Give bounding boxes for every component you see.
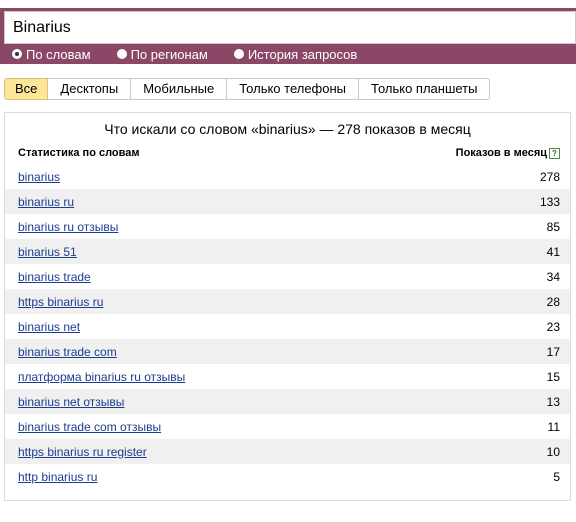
word-stats-panel: Что искали со словом «binarius» — 278 по… (4, 112, 571, 501)
phrase-link[interactable]: binarius (18, 170, 60, 184)
panel-title: Что искали со словом «binarius» — 278 по… (104, 121, 471, 137)
table-row: https binarius ru 28 (5, 289, 570, 314)
device-tabs: Все Десктопы Мобильные Только телефоны Т… (4, 78, 491, 100)
table-row: платформа binarius ru отзывы 15 (5, 364, 570, 389)
phrase-link[interactable]: binarius 51 (18, 245, 77, 259)
impressions-count: 13 (546, 394, 560, 409)
phrase-link[interactable]: binarius ru (18, 195, 74, 209)
phrase-link[interactable]: http binarius ru (18, 470, 97, 484)
impressions-count: 41 (546, 244, 560, 259)
mode-label: История запросов (247, 46, 358, 62)
phrase-link[interactable]: платформа binarius ru отзывы (18, 370, 185, 384)
phrase-link[interactable]: binarius trade com отзывы (18, 420, 161, 434)
mode-label: По словам (26, 46, 91, 62)
impressions-count: 28 (546, 294, 560, 309)
mode-label: По регионам (130, 46, 208, 62)
table-row: binarius trade com отзывы 11 (5, 414, 570, 439)
impressions-count: 10 (546, 444, 560, 459)
tab-tablets-only[interactable]: Только планшеты (359, 78, 491, 100)
table-row: https binarius ru register 10 (5, 439, 570, 464)
mode-by-regions-radio[interactable]: По регионам (116, 46, 208, 62)
phrase-link[interactable]: binarius net отзывы (18, 395, 124, 409)
column-header-words: Статистика по словам (18, 147, 140, 159)
impressions-count: 11 (547, 419, 560, 434)
impressions-count: 17 (546, 344, 560, 359)
tab-phones-only[interactable]: Только телефоны (227, 78, 360, 100)
impressions-count: 34 (546, 269, 560, 284)
phrase-link[interactable]: https binarius ru register (18, 445, 147, 459)
phrase-link[interactable]: binarius trade (18, 270, 91, 284)
impressions-count: 85 (546, 219, 560, 234)
column-header-label: Показов в месяц (455, 147, 547, 159)
impressions-count: 133 (539, 194, 560, 209)
mode-history-radio[interactable]: История запросов (233, 46, 358, 62)
column-header-impressions: Показов в месяц ? (456, 147, 560, 159)
phrase-link[interactable]: binarius net (18, 320, 80, 334)
stats-table: binarius 278 binarius ru 133 binarius ru отз… (5, 164, 570, 489)
phrase-link[interactable]: binarius trade com (18, 345, 117, 359)
radio-unchecked-icon (116, 49, 127, 59)
table-row: binarius trade 34 (5, 264, 570, 289)
table-row: binarius 278 (5, 164, 570, 189)
tab-all[interactable]: Все (4, 78, 49, 100)
tab-desktops[interactable]: Десктопы (48, 78, 132, 100)
search-bar: Binarius По словам По регионам История з… (0, 8, 576, 64)
phrase-link[interactable]: binarius ru отзывы (18, 220, 118, 234)
table-row: binarius ru 133 (5, 189, 570, 214)
impressions-count: 5 (553, 469, 560, 484)
impressions-count: 23 (546, 319, 560, 334)
help-icon[interactable]: ? (549, 147, 560, 159)
impressions-count: 278 (539, 169, 560, 184)
table-row: binarius net отзывы 13 (5, 389, 570, 414)
table-row: http binarius ru 5 (5, 464, 570, 489)
mode-by-words-radio[interactable]: По словам (12, 47, 91, 62)
table-row: binarius ru отзывы 85 (5, 214, 570, 239)
phrase-link[interactable]: https binarius ru (18, 295, 103, 309)
search-mode-group: По словам По регионам История запросов (12, 44, 383, 64)
table-row: binarius 51 41 (5, 239, 570, 264)
radio-unchecked-icon (233, 49, 244, 59)
table-row: binarius trade com 17 (5, 339, 570, 364)
search-input[interactable]: Binarius (4, 11, 576, 44)
table-row: binarius net 23 (5, 314, 570, 339)
radio-checked-icon (12, 49, 22, 59)
tab-mobile[interactable]: Мобильные (131, 78, 228, 100)
impressions-count: 15 (546, 369, 560, 384)
